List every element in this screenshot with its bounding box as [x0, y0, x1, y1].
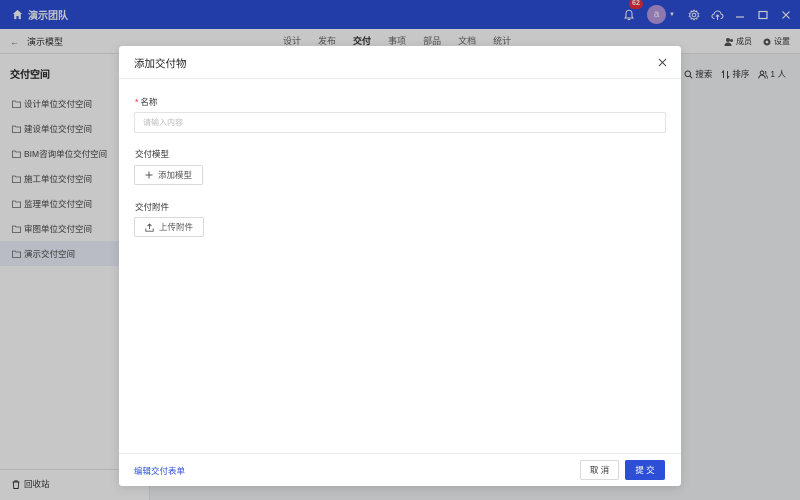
name-field-label: * 名称 — [135, 96, 157, 108]
submit-button[interactable]: 提 交 — [625, 460, 665, 480]
dialog-footer: 编辑交付表单 取 消 提 交 — [119, 453, 681, 486]
add-deliverable-dialog: 添加交付物 *名称 交付模型 添加模型 交付附件 上传附件 编辑交付表单 取 消… — [119, 46, 681, 486]
upload-attachment-button[interactable]: 上传附件 — [134, 217, 205, 237]
upload-label: 上传附件 — [159, 222, 194, 232]
close-icon — [658, 58, 666, 66]
name-input[interactable] — [134, 112, 666, 133]
edit-form-link[interactable]: 编辑交付表单 — [134, 465, 185, 477]
plus-icon — [145, 171, 153, 179]
add-model-button[interactable]: 添加模型 — [134, 165, 204, 185]
attachment-field-label: 交付附件 — [135, 202, 170, 212]
dialog-header: 添加交付物 — [119, 46, 681, 79]
dialog-close-button[interactable] — [655, 55, 669, 69]
model-field-label: 交付模型 — [135, 149, 170, 159]
cancel-button[interactable]: 取 消 — [580, 460, 619, 480]
name-label-text: 名称 — [140, 97, 158, 107]
required-marker: * — [135, 97, 139, 107]
upload-icon — [145, 222, 154, 232]
dialog-title: 添加交付物 — [134, 58, 187, 70]
add-model-label: 添加模型 — [158, 170, 193, 180]
